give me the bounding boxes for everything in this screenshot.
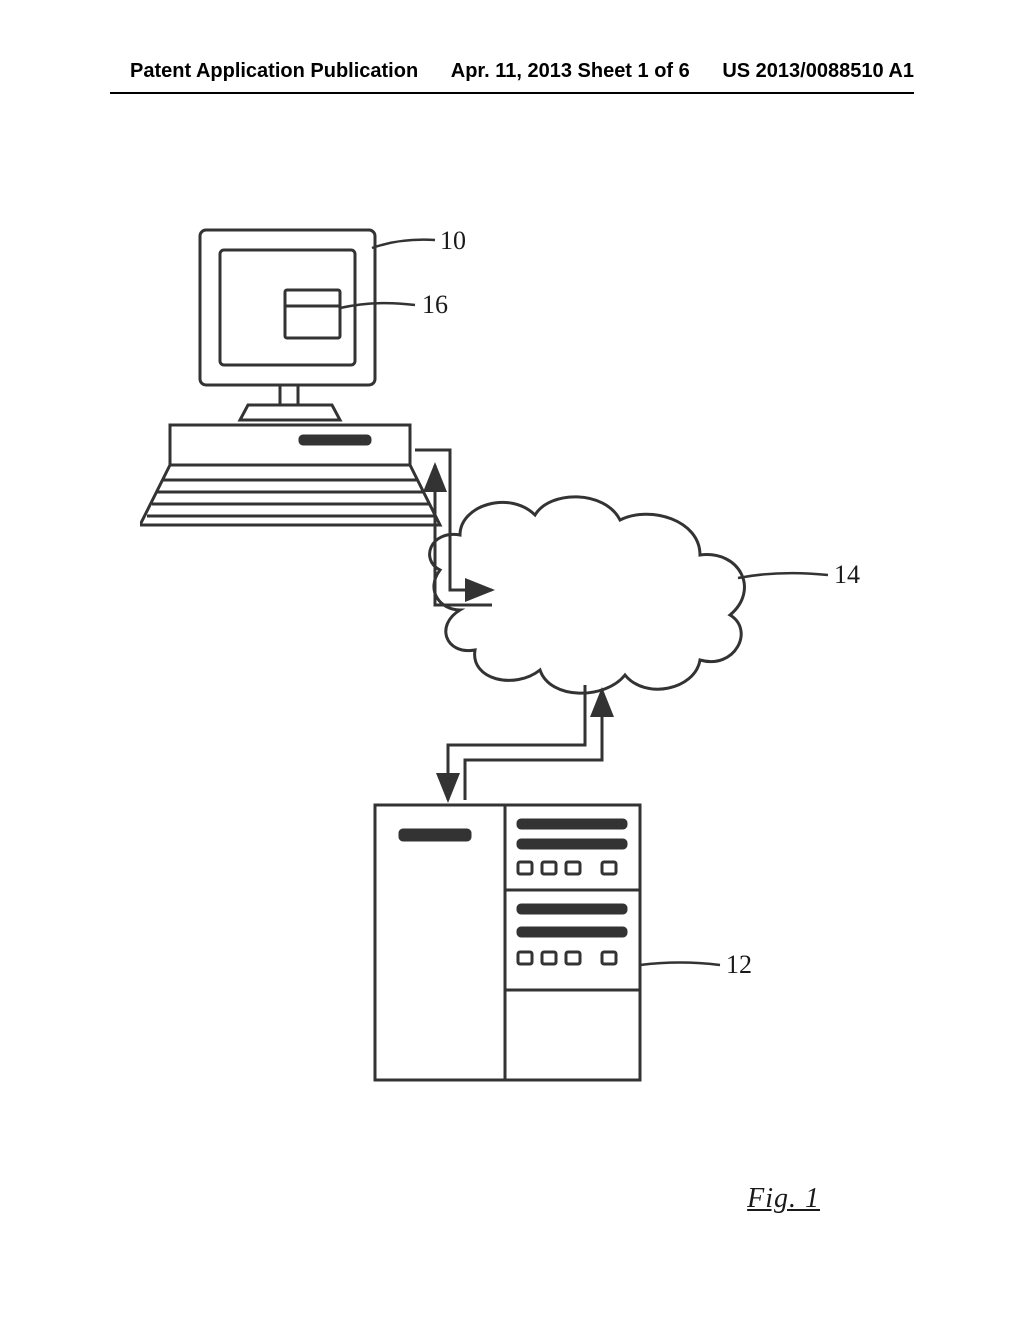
header-divider [110, 92, 914, 94]
header-publication-type: Patent Application Publication [130, 60, 418, 83]
header-patent-number: US 2013/0088510 A1 [722, 60, 914, 83]
annotation-computer: 10 [440, 226, 466, 256]
header-date-sheet: Apr. 11, 2013 Sheet 1 of 6 [451, 60, 690, 83]
page-header: Patent Application Publication Apr. 11, … [0, 60, 1024, 83]
annotation-display-window: 16 [422, 290, 448, 320]
figure-container: 10 16 14 12 Fig. 1 [140, 190, 880, 1090]
computer-icon [140, 230, 440, 525]
figure-label: Fig. 1 [747, 1183, 820, 1215]
connection-computer-cloud [415, 450, 492, 605]
cloud-icon [430, 497, 745, 693]
annotation-cloud: 14 [834, 560, 860, 590]
connection-cloud-server [448, 685, 602, 800]
annotation-server: 12 [726, 950, 752, 980]
diagram-svg [140, 190, 880, 1090]
server-icon [375, 805, 640, 1080]
